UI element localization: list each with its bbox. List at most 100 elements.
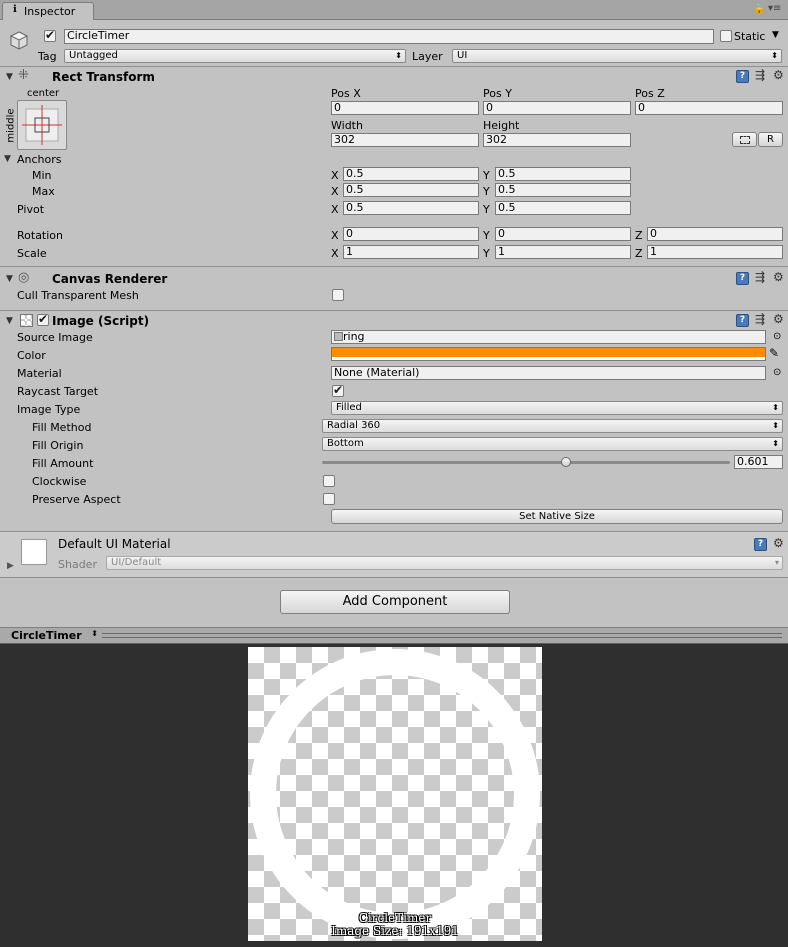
- preset-icon[interactable]: ⇶: [755, 271, 768, 284]
- layer-dropdown[interactable]: UI ⬍: [452, 49, 782, 63]
- pos-z-label: Pos Z: [635, 87, 665, 100]
- fill-origin-label: Fill Origin: [32, 439, 84, 452]
- shader-dropdown: UI/Default ▾: [106, 556, 783, 570]
- gear-icon[interactable]: ⚙: [773, 537, 786, 550]
- gameobject-icon: [9, 30, 29, 50]
- image-type-label: Image Type: [17, 403, 81, 416]
- image-enabled-checkbox[interactable]: [37, 312, 49, 326]
- image-type-dropdown[interactable]: Filled ⬍: [331, 401, 783, 415]
- rotation-y-field[interactable]: 0: [495, 227, 631, 241]
- preset-icon[interactable]: ⇶: [755, 313, 768, 326]
- fill-origin-dropdown[interactable]: Bottom ⬍: [322, 437, 783, 451]
- clockwise-checkbox[interactable]: [323, 475, 335, 487]
- cull-checkbox[interactable]: [332, 289, 344, 301]
- raw-edit-button[interactable]: R: [758, 132, 783, 147]
- max-x-field[interactable]: 0.5: [343, 183, 479, 197]
- pivot-x-field[interactable]: 0.5: [343, 201, 479, 215]
- anchor-preset-button[interactable]: [17, 100, 67, 150]
- rotation-z-field[interactable]: 0: [647, 227, 783, 241]
- preview-title-dropdown[interactable]: CircleTimer ⬍: [6, 628, 98, 643]
- tag-label: Tag: [38, 50, 57, 63]
- add-component-button[interactable]: Add Component: [280, 590, 510, 614]
- y-label: Y: [483, 169, 490, 182]
- width-field[interactable]: 302: [331, 133, 479, 147]
- shader-value: UI/Default: [111, 557, 162, 568]
- anchors-label: Anchors: [17, 153, 62, 166]
- preset-icon[interactable]: ⇶: [755, 69, 768, 82]
- static-checkbox[interactable]: [720, 30, 732, 42]
- pos-x-field[interactable]: 0: [331, 101, 479, 115]
- anchors-foldout-icon[interactable]: ▼: [4, 154, 11, 164]
- min-y-field[interactable]: 0.5: [495, 167, 631, 181]
- help-icon[interactable]: ?: [754, 538, 767, 551]
- dropdown-arrow-icon: ⬍: [395, 51, 402, 60]
- layer-label: Layer: [412, 50, 443, 63]
- eyedropper-icon[interactable]: ✎: [769, 346, 779, 360]
- pos-z-field[interactable]: 0: [635, 101, 783, 115]
- static-dropdown-icon[interactable]: ▼: [772, 30, 779, 40]
- active-checkbox[interactable]: [44, 28, 56, 42]
- fill-amount-label: Fill Amount: [32, 457, 94, 470]
- color-label: Color: [17, 349, 46, 362]
- fill-method-dropdown[interactable]: Radial 360 ⬍: [322, 419, 783, 433]
- pos-y-field[interactable]: 0: [483, 101, 631, 115]
- fill-amount-field[interactable]: 0.601: [734, 455, 783, 469]
- tag-dropdown[interactable]: Untagged ⬍: [64, 49, 406, 63]
- name-field[interactable]: CircleTimer: [64, 29, 714, 44]
- help-icon[interactable]: ?: [736, 314, 749, 327]
- object-picker-icon[interactable]: ⊙: [773, 331, 781, 342]
- scale-x-field[interactable]: 1: [343, 245, 479, 259]
- preview-drag-handle[interactable]: [102, 633, 782, 638]
- fill-amount-slider-thumb[interactable]: [561, 457, 571, 467]
- foldout-arrow-icon[interactable]: ▼: [6, 274, 13, 284]
- help-icon[interactable]: ?: [736, 70, 749, 83]
- set-native-size-button[interactable]: Set Native Size: [331, 509, 783, 524]
- raycast-label: Raycast Target: [17, 385, 99, 398]
- foldout-arrow-icon[interactable]: ▼: [6, 72, 13, 82]
- material-field[interactable]: None (Material): [331, 366, 766, 380]
- source-image-field[interactable]: ring: [331, 330, 766, 344]
- dropdown-arrow-icon: ⬍: [772, 421, 779, 430]
- blueprint-icon: [739, 136, 750, 144]
- dropdown-arrow-icon: ⬍: [91, 629, 98, 638]
- y-label: Y: [483, 229, 490, 242]
- fill-method-value: Radial 360: [327, 420, 381, 431]
- preserve-aspect-checkbox[interactable]: [323, 493, 335, 505]
- info-icon: ℹ: [13, 4, 17, 15]
- color-field[interactable]: [331, 347, 766, 361]
- image-component-icon: [20, 314, 33, 327]
- foldout-right-icon[interactable]: ▶: [7, 561, 14, 571]
- object-picker-icon[interactable]: ⊙: [773, 367, 781, 378]
- preview-caption-name: CircleTimer: [358, 911, 432, 925]
- gear-icon[interactable]: ⚙: [773, 313, 786, 326]
- fill-amount-slider-track[interactable]: [322, 461, 730, 464]
- tab-menu-icon[interactable]: ▾≡: [768, 3, 781, 14]
- color-alpha-bar: [332, 357, 765, 360]
- height-field[interactable]: 302: [483, 133, 631, 147]
- raycast-checkbox[interactable]: [332, 383, 344, 397]
- pivot-y-field[interactable]: 0.5: [495, 201, 631, 215]
- min-x-field[interactable]: 0.5: [343, 167, 479, 181]
- shader-label: Shader: [58, 558, 97, 571]
- rect-transform-icon: ⁜: [18, 68, 29, 83]
- width-label: Width: [331, 119, 363, 132]
- gear-icon[interactable]: ⚙: [773, 271, 786, 284]
- foldout-arrow-icon[interactable]: ▼: [6, 316, 13, 326]
- separator: [0, 577, 788, 578]
- layer-value: UI: [457, 50, 468, 61]
- lock-icon[interactable]: 🔒: [753, 4, 765, 15]
- gear-icon[interactable]: ⚙: [773, 69, 786, 82]
- blueprint-mode-button[interactable]: [732, 132, 757, 147]
- anchor-h-label: center: [27, 88, 60, 99]
- source-image-value: ring: [343, 330, 365, 343]
- tab-inspector[interactable]: ℹ Inspector: [2, 2, 94, 20]
- z-label: Z: [635, 247, 643, 260]
- rotation-x-field[interactable]: 0: [343, 227, 479, 241]
- separator: [0, 66, 788, 67]
- scale-y-field[interactable]: 1: [495, 245, 631, 259]
- y-label: Y: [483, 247, 490, 260]
- raw-edit-label: R: [767, 134, 774, 145]
- scale-z-field[interactable]: 1: [647, 245, 783, 259]
- help-icon[interactable]: ?: [736, 272, 749, 285]
- max-y-field[interactable]: 0.5: [495, 183, 631, 197]
